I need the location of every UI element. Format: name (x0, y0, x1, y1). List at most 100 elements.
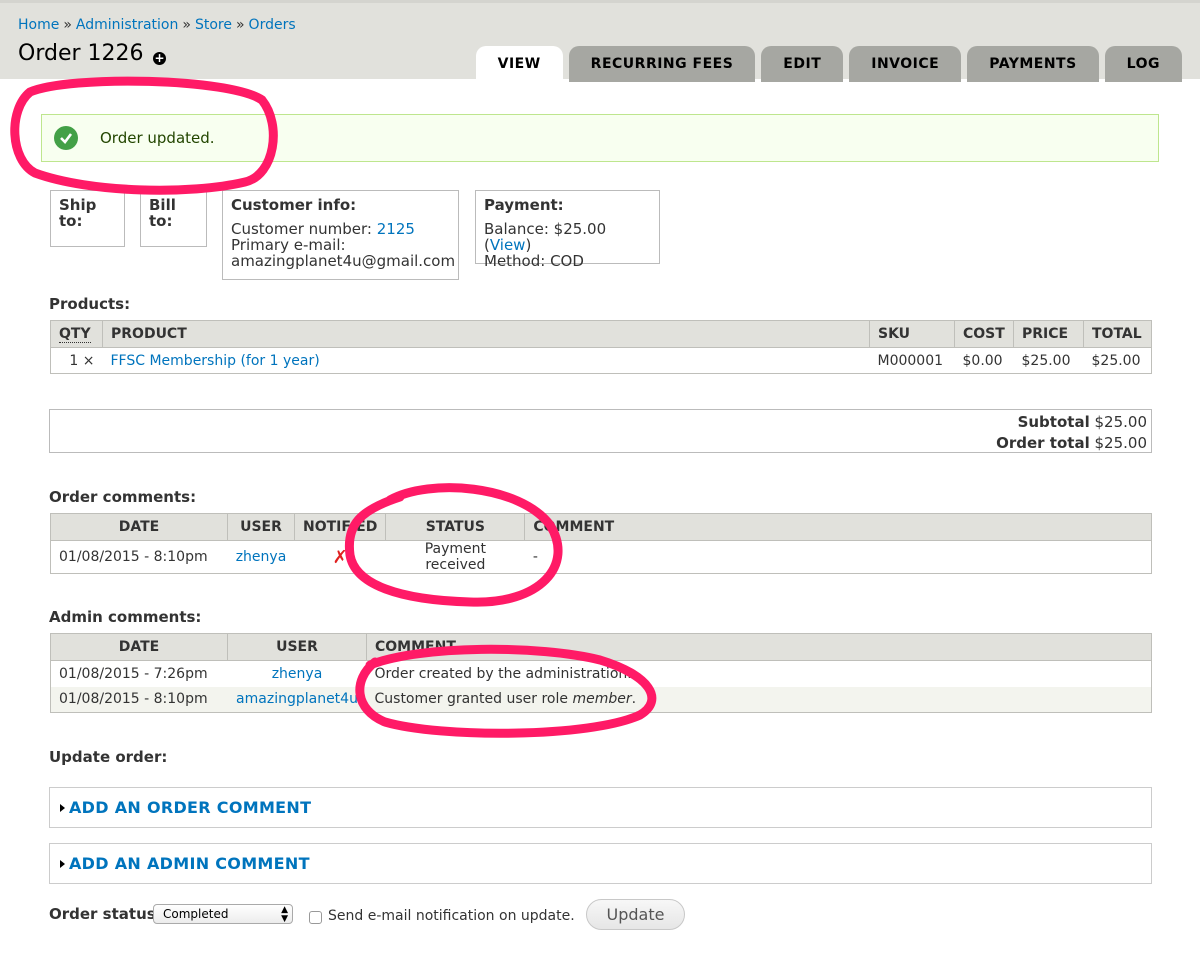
breadcrumb: Home» Administration» Store» Orders (18, 17, 296, 33)
cross-icon: ✗ (332, 546, 348, 568)
page-header: Home» Administration» Store» Orders Order 1… (0, 0, 1200, 82)
check-icon (54, 126, 78, 150)
expand-triangle-icon (60, 859, 65, 868)
cell-cost: $0.00 (962, 352, 1003, 369)
update-button[interactable]: Update (586, 899, 685, 930)
select-arrows-icon: ▲ ▼ (281, 905, 288, 924)
tab-payments[interactable]: PAYMENTS (967, 46, 1099, 82)
add-order-comment-fieldset[interactable]: ADD AN ORDER COMMENT (49, 787, 1152, 828)
payment-title: Payment: (484, 196, 564, 214)
payment-pane: Payment: Balance: $25.00 (View) Method: … (475, 190, 660, 269)
status-message-text: Order updated. (100, 129, 215, 147)
customer-number-link[interactable]: 2125 (377, 220, 415, 238)
tab-invoice[interactable]: INVOICE (849, 46, 962, 82)
breadcrumb-store[interactable]: Store (195, 17, 232, 33)
user-link[interactable]: zhenya (236, 549, 287, 565)
page-title: Order 1226 (18, 41, 144, 66)
col-date: DATE (50, 633, 228, 661)
subtotal-value: $25.00 (1094, 413, 1148, 431)
col-price: PRICE (1013, 320, 1084, 348)
customer-info-title: Customer info: (231, 196, 357, 214)
cell-comment: - (532, 549, 538, 565)
table-row: 01/08/2015 - 7:26pm zhenya Order created… (51, 661, 1152, 687)
bill-to-title: Bill to: (149, 196, 176, 230)
add-shortcut-icon[interactable]: + (153, 52, 166, 65)
cell-qty: 1 × (69, 352, 95, 369)
tab-edit[interactable]: EDIT (761, 46, 844, 82)
table-row: 1 × FFSC Membership (for 1 year) M000001… (51, 348, 1152, 374)
col-status: STATUS (385, 513, 526, 541)
cell-date: 01/08/2015 - 7:26pm (59, 665, 208, 682)
order-status-select[interactable]: Completed ▲ ▼ (153, 904, 293, 924)
col-cost: COST (954, 320, 1014, 348)
order-comments-label: Order comments: (49, 488, 197, 506)
cell-user: zhenya (228, 541, 295, 574)
col-comment: COMMENT (524, 513, 1152, 541)
primary-email-value: amazingplanet4u@gmail.com (231, 252, 456, 270)
col-total: TOTAL (1083, 320, 1152, 348)
col-date: DATE (50, 513, 228, 541)
cell-status: Payment received (424, 541, 486, 573)
cell-sku: M000001 (877, 352, 944, 369)
ship-to-title: Ship to: (59, 196, 97, 230)
cell-date: 01/08/2015 - 8:10pm (59, 691, 208, 708)
cell-comment: Order created by the administration. (374, 665, 632, 682)
col-product: PRODUCT (102, 320, 870, 348)
tabs: VIEW RECURRING FEES EDIT INVOICE PAYMENT… (475, 46, 1182, 82)
payment-method: Method: COD (484, 252, 584, 270)
breadcrumb-separator: » (63, 17, 72, 33)
cell-price: $25.00 (1021, 352, 1071, 369)
col-notified: NOTIFIED (293, 513, 387, 541)
notify-label: Send e-mail notification on update. (328, 908, 575, 924)
products-table: QTY PRODUCT SKU COST PRICE TOTAL 1 × FFS… (50, 320, 1152, 374)
table-header-row: QTY PRODUCT SKU COST PRICE TOTAL (50, 320, 1152, 348)
cell-product: FFSC Membership (for 1 year) (103, 348, 870, 374)
order-status-label: Order status (49, 905, 156, 923)
breadcrumb-orders[interactable]: Orders (249, 17, 296, 33)
cell-comment: Customer granted user role member. (374, 691, 637, 708)
col-user: USER (227, 513, 295, 541)
table-header-row: DATE USER NOTIFIED STATUS COMMENT (50, 513, 1152, 541)
cell-user: zhenya (228, 661, 367, 687)
col-qty: QTY (50, 320, 103, 348)
primary-email-label: Primary e-mail: (231, 236, 346, 254)
products-label: Products: (49, 295, 131, 313)
col-user: USER (227, 633, 367, 661)
order-totals: Subtotal $25.00 Order total $25.00 (49, 409, 1152, 453)
table-row: 01/08/2015 - 8:10pm zhenya ✗ Payment rec… (51, 541, 1152, 574)
table-header-row: DATE USER COMMENT (50, 633, 1152, 661)
order-total-value: $25.00 (1094, 434, 1148, 452)
expand-triangle-icon (60, 803, 65, 812)
add-order-comment-link[interactable]: ADD AN ORDER COMMENT (69, 798, 311, 817)
tab-log[interactable]: LOG (1104, 46, 1182, 82)
breadcrumb-administration[interactable]: Administration (76, 17, 178, 33)
order-status-value: Completed (163, 907, 229, 921)
breadcrumb-separator: » (182, 17, 191, 33)
tab-recurring-fees[interactable]: RECURRING FEES (568, 46, 756, 82)
cell-date: 01/08/2015 - 8:10pm (59, 549, 208, 565)
breadcrumb-separator: » (235, 17, 245, 33)
user-link[interactable]: zhenya (272, 666, 323, 682)
breadcrumb-home[interactable]: Home (18, 17, 59, 33)
admin-comments-table: DATE USER COMMENT 01/08/2015 - 7:26pm zh… (50, 633, 1152, 713)
status-message: Order updated. (41, 114, 1159, 162)
add-admin-comment-fieldset[interactable]: ADD AN ADMIN COMMENT (49, 843, 1152, 884)
col-comment: COMMENT (366, 633, 1152, 661)
customer-info-pane: Customer info: Customer number: 2125 Pri… (222, 190, 459, 280)
order-comments-table: DATE USER NOTIFIED STATUS COMMENT 01/08/… (50, 513, 1152, 574)
ship-to-pane: Ship to: (50, 190, 125, 247)
admin-comments-label: Admin comments: (49, 608, 202, 626)
table-row: 01/08/2015 - 8:10pm amazingplanet4u Cust… (50, 686, 1152, 713)
order-total-label: Order total (996, 434, 1090, 452)
cell-total: $25.00 (1091, 352, 1141, 369)
add-admin-comment-link[interactable]: ADD AN ADMIN COMMENT (69, 854, 310, 873)
product-link[interactable]: FFSC Membership (for 1 year) (111, 353, 320, 369)
col-sku: SKU (869, 320, 955, 348)
bill-to-pane: Bill to: (140, 190, 207, 247)
tab-view[interactable]: VIEW (475, 46, 563, 82)
subtotal-label: Subtotal (1017, 413, 1090, 431)
cell-user: amazingplanet4u (228, 687, 367, 713)
update-order-label: Update order: (49, 748, 168, 766)
user-link[interactable]: amazingplanet4u (236, 691, 358, 707)
notify-checkbox[interactable] (309, 911, 322, 924)
